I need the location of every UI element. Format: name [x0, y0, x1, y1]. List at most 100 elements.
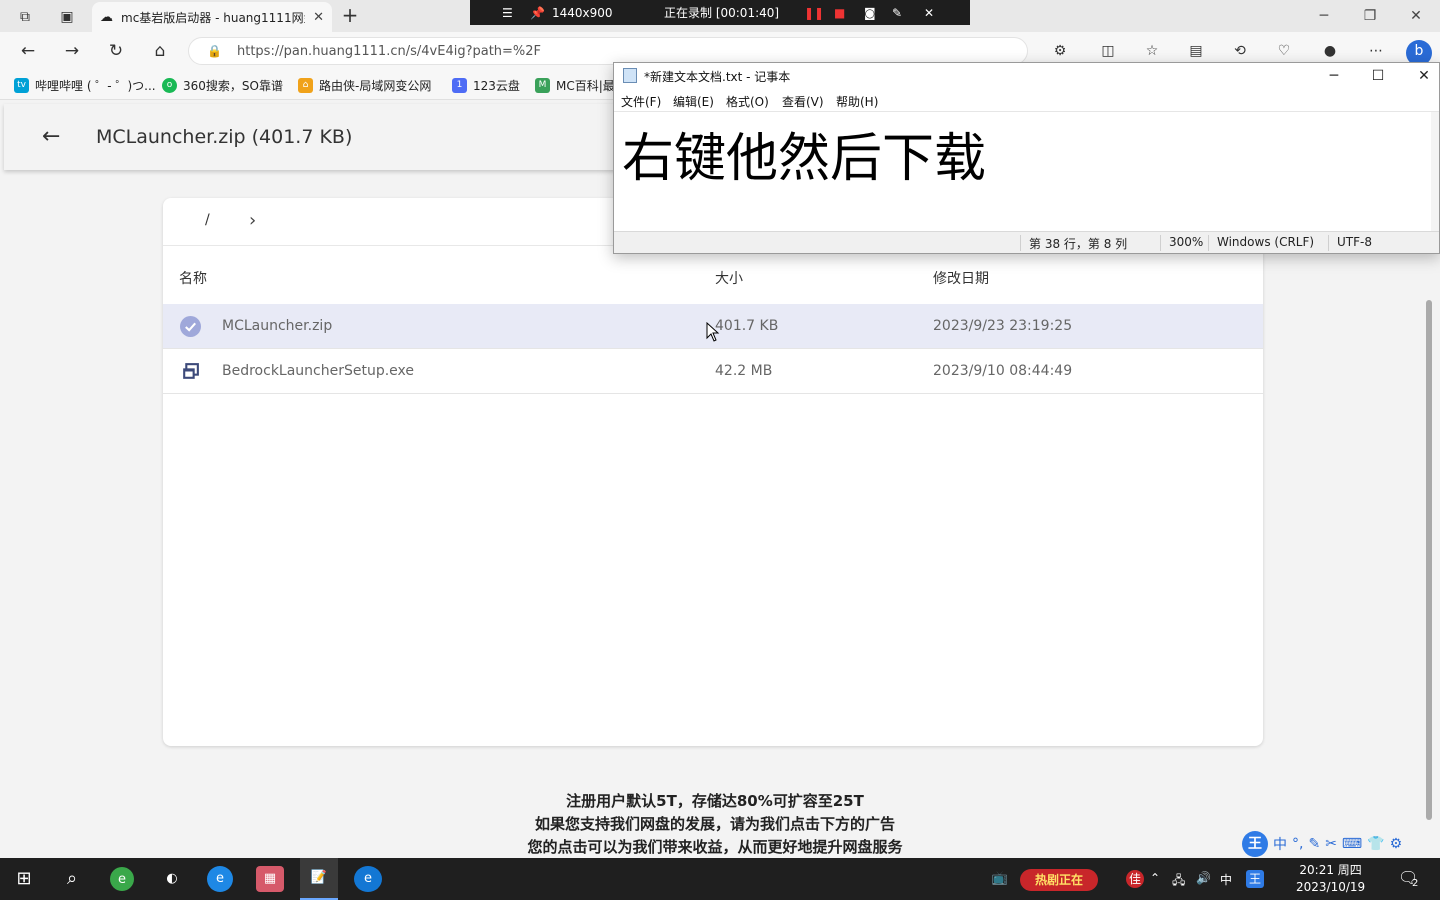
menu-file[interactable]: 文件(F): [621, 93, 661, 110]
column-header-date[interactable]: 修改日期: [933, 268, 989, 288]
extensions-icon[interactable]: ⚙: [1048, 40, 1072, 64]
close-recorder-icon[interactable]: ✕: [924, 6, 934, 20]
menu-icon[interactable]: ☰: [502, 6, 513, 20]
split-screen-icon[interactable]: ◫: [1096, 40, 1120, 64]
green-app-icon[interactable]: e: [110, 867, 134, 891]
pause-icon[interactable]: ❚❚: [804, 6, 824, 20]
column-header-size[interactable]: 大小: [715, 268, 743, 288]
url-text[interactable]: https://pan.huang1111.cn/s/4vE4ig?path=%…: [237, 44, 541, 59]
stop-icon[interactable]: ■: [834, 6, 845, 20]
taskbar: ⊞ ⌕ e ◐ e ▦ 📝 e 📺 热剧正在 佳 ⌃ 🖧 🔊 中 王 20:21…: [0, 858, 1440, 900]
collections-icon[interactable]: ▤: [1184, 40, 1208, 64]
favorites-icon[interactable]: ☆: [1140, 40, 1164, 64]
bookmark-bilibili[interactable]: tv 哔哩哔哩 ( ゜- ゜)つ...: [14, 77, 156, 94]
notepad-close-button[interactable]: ✕: [1402, 65, 1440, 87]
promo-line: 注册用户默认5T，存储达80%可扩容至25T: [566, 792, 864, 810]
new-tab-button[interactable]: +: [338, 4, 362, 28]
notepad-titlebar[interactable]: *新建文本文档.txt - 记事本 ─ ☐ ✕: [614, 63, 1439, 89]
tv-icon[interactable]: 📺: [986, 866, 1014, 892]
back-arrow-icon[interactable]: ←: [42, 124, 60, 149]
promo-line: 您的点击可以为我们带来收益，从而更好地提升网盘服务: [527, 838, 903, 856]
restore-button[interactable]: ❐: [1350, 4, 1390, 28]
notepad-window: *新建文本文档.txt - 记事本 ─ ☐ ✕ 文件(F) 编辑(E) 格式(O…: [613, 62, 1440, 254]
bookmark-mcmod[interactable]: M MC百科|最: [535, 77, 615, 94]
menu-view[interactable]: 查看(V): [782, 93, 824, 110]
input-language[interactable]: 中: [1220, 871, 1232, 888]
menu-format[interactable]: 格式(O): [726, 93, 769, 110]
camera-icon[interactable]: ◙: [864, 6, 876, 20]
punctuation-icon[interactable]: °,: [1292, 836, 1303, 852]
refresh-icon[interactable]: ↻: [104, 40, 128, 64]
ime-tray-icon[interactable]: 王: [1246, 870, 1264, 888]
ime-mode[interactable]: 中: [1273, 834, 1287, 854]
notepad-menubar: 文件(F) 编辑(E) 格式(O) 查看(V) 帮助(H): [614, 89, 1439, 111]
page-scrollbar[interactable]: [1424, 300, 1434, 820]
pen-icon[interactable]: ✎: [892, 6, 902, 20]
clock[interactable]: 20:21 周四 2023/10/19: [1296, 862, 1365, 896]
back-icon[interactable]: ←: [16, 40, 40, 64]
handwriting-icon[interactable]: ✎: [1308, 836, 1320, 852]
chevron-right-icon: ›: [249, 210, 257, 231]
edge-icon[interactable]: e: [354, 866, 382, 892]
address-bar[interactable]: 🔒 https://pan.huang1111.cn/s/4vE4ig?path…: [188, 37, 1028, 65]
close-window-button[interactable]: ✕: [1396, 4, 1436, 28]
luyouxia-icon: ⌂: [298, 78, 313, 93]
scrollbar-thumb[interactable]: [1426, 300, 1432, 820]
minimize-button[interactable]: ─: [1304, 4, 1344, 28]
file-name[interactable]: MCLauncher.zip: [222, 318, 332, 334]
notepad-editor[interactable]: 右键他然后下载: [614, 111, 1439, 232]
menu-help[interactable]: 帮助(H): [836, 93, 878, 110]
page-title: MCLauncher.zip (401.7 KB): [96, 126, 353, 148]
file-date: 2023/9/10 08:44:49: [933, 363, 1073, 379]
mouse-cursor-icon: [706, 322, 720, 342]
bookmark-123pan[interactable]: 1 123云盘: [452, 77, 520, 94]
check-circle-icon[interactable]: [180, 316, 201, 337]
scissors-icon[interactable]: ✂: [1325, 836, 1337, 852]
start-icon[interactable]: ⊞: [10, 866, 38, 892]
close-tab-icon[interactable]: ✕: [313, 10, 324, 25]
notepad-maximize-button[interactable]: ☐: [1356, 65, 1400, 87]
forward-icon[interactable]: →: [60, 40, 84, 64]
status-position: 第 38 行，第 8 列: [1020, 235, 1160, 251]
bookmark-360[interactable]: o 360搜索，SO靠谱: [162, 77, 283, 94]
status-encoding: UTF-8: [1328, 235, 1428, 251]
game-app-icon[interactable]: ▦: [256, 866, 284, 892]
tab-active[interactable]: ☁ mc基岩版启动器 - huang1111网盘 ✕: [92, 2, 332, 32]
chevron-up-icon[interactable]: ⌃: [1150, 871, 1160, 885]
breadcrumb-root[interactable]: /: [205, 212, 210, 228]
skin-icon[interactable]: 👕: [1367, 836, 1384, 852]
more-icon[interactable]: ⋯: [1364, 40, 1388, 64]
table-row[interactable]: BedrockLauncherSetup.exe 42.2 MB 2023/9/…: [163, 349, 1263, 394]
app-icon[interactable]: ◐: [158, 866, 186, 892]
menu-edit[interactable]: 编辑(E): [673, 93, 714, 110]
tray-app-icon[interactable]: 佳: [1126, 870, 1144, 888]
profile-avatar[interactable]: ●: [1318, 40, 1342, 64]
history-icon[interactable]: ⟲: [1228, 40, 1252, 64]
network-icon[interactable]: 🖧: [1172, 871, 1185, 892]
keyboard-icon[interactable]: ⌨: [1342, 836, 1362, 852]
home-icon[interactable]: ⌂: [148, 40, 172, 64]
file-size: 42.2 MB: [715, 363, 773, 379]
123pan-icon: 1: [452, 78, 467, 93]
notepad-content[interactable]: 右键他然后下载: [622, 116, 986, 191]
column-header-name[interactable]: 名称: [179, 268, 207, 288]
workspaces-icon[interactable]: ⧉: [14, 6, 36, 28]
notepad-taskbar-icon[interactable]: 📝: [300, 858, 338, 900]
notepad-minimize-button[interactable]: ─: [1312, 65, 1356, 87]
ie-icon[interactable]: e: [207, 866, 233, 892]
360-icon: o: [162, 78, 177, 93]
notepad-statusbar: 第 38 行，第 8 列 300% Windows (CRLF) UTF-8: [614, 231, 1439, 253]
settings-icon[interactable]: ⚙: [1390, 836, 1403, 852]
search-icon[interactable]: ⌕: [58, 866, 86, 892]
tab-actions-icon[interactable]: ▣: [56, 6, 78, 28]
notepad-scrollbar[interactable]: [1431, 112, 1439, 232]
volume-icon[interactable]: 🔊: [1196, 871, 1211, 885]
pin-icon[interactable]: 📌: [530, 6, 545, 20]
hot-drama-badge[interactable]: 热剧正在: [1020, 869, 1098, 891]
file-name[interactable]: BedrockLauncherSetup.exe: [222, 363, 414, 379]
status-line-ending: Windows (CRLF): [1208, 235, 1328, 251]
ime-logo-icon[interactable]: 王: [1242, 831, 1268, 857]
performance-icon[interactable]: ♡: [1272, 40, 1296, 64]
lock-icon[interactable]: 🔒: [207, 44, 222, 58]
bookmark-luyouxia[interactable]: ⌂ 路由侠-局域网变公网: [298, 77, 431, 94]
